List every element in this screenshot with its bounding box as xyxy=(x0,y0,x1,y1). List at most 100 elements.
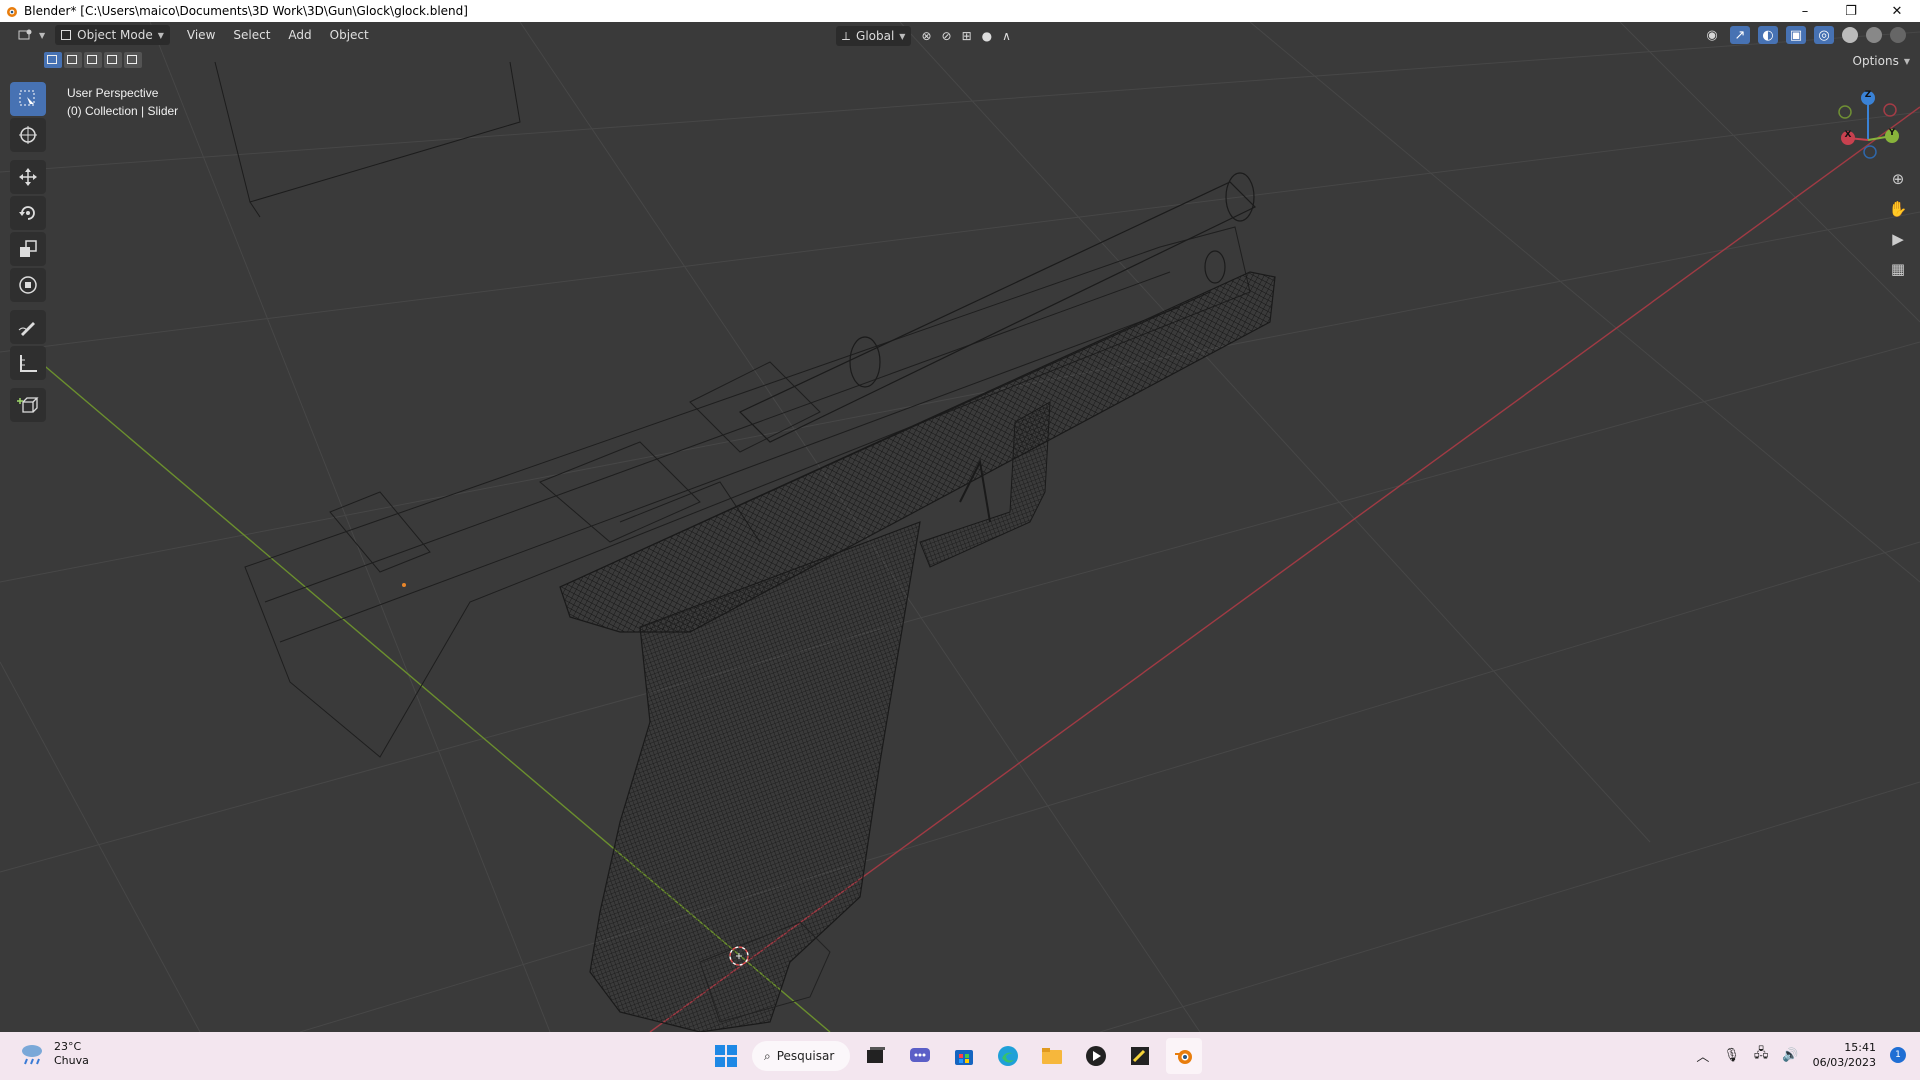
edge-button[interactable] xyxy=(990,1038,1026,1074)
close-button[interactable]: ✕ xyxy=(1874,0,1920,22)
proportional-edit-icon[interactable]: ● xyxy=(982,29,992,43)
clock-time: 15:41 xyxy=(1844,1041,1876,1054)
gun-slide-mesh xyxy=(559,271,1276,633)
collection-info: (0) Collection | Slider xyxy=(67,104,179,118)
measure-tool[interactable] xyxy=(10,346,46,380)
add-cube-icon xyxy=(17,397,39,413)
edge-browser-icon xyxy=(998,1046,1018,1066)
select-invert-icon[interactable] xyxy=(104,52,122,68)
gizmo-y-label[interactable]: Y xyxy=(1885,128,1899,138)
solid-shading-icon[interactable] xyxy=(1842,27,1858,43)
selection-mode-group xyxy=(44,52,142,68)
select-new-icon[interactable] xyxy=(44,52,62,68)
windows-taskbar: 23°C Chuva ⌕ Pesquisar ︿ 🎙 🖧 🔊 15:41 06/… xyxy=(0,1032,1920,1080)
transform-header: ⟂ Global ▼ ⊗ ⊘ ⊞ ● ∧ xyxy=(836,26,1011,46)
gizmo-z-label[interactable]: Z xyxy=(1861,90,1875,100)
blender-icon xyxy=(1175,1050,1192,1064)
transform-orientation-dropdown[interactable]: ⟂ Global ▼ xyxy=(836,26,912,46)
rendered-shading-icon[interactable] xyxy=(1890,27,1906,43)
camera-view-icon[interactable]: ▶ xyxy=(1886,228,1910,250)
window-title: Blender* [C:\Users\maico\Documents\3D Wo… xyxy=(24,4,468,18)
shading-header: ◉ ↗ ◐ ▣ ◎ xyxy=(1702,26,1906,44)
navigation-gizmo xyxy=(1838,91,1899,159)
store-button[interactable] xyxy=(946,1038,982,1074)
store-icon xyxy=(955,1050,973,1065)
pan-hand-icon[interactable]: ✋ xyxy=(1886,198,1910,220)
select-intersect-icon[interactable] xyxy=(124,52,142,68)
chat-icon xyxy=(910,1048,930,1062)
viewport-info: User Perspective (0) Collection | Slider xyxy=(67,84,178,120)
overlay-toggle-icon[interactable]: ◐ xyxy=(1758,26,1778,44)
add-cube-tool[interactable] xyxy=(10,388,46,422)
microphone-icon[interactable]: 🎙 xyxy=(1723,1048,1740,1063)
cursor-icon xyxy=(19,126,37,144)
notification-badge[interactable]: 1 xyxy=(1890,1047,1906,1063)
cursor-tool[interactable] xyxy=(10,118,46,152)
snap-icon[interactable]: ⊘ xyxy=(942,29,952,43)
select-box-icon xyxy=(19,90,35,107)
file-explorer-button[interactable] xyxy=(1034,1038,1070,1074)
media-player-button[interactable] xyxy=(1078,1038,1114,1074)
volume-icon[interactable]: 🔊 xyxy=(1782,1048,1798,1063)
options-dropdown[interactable]: Options ▼ xyxy=(1853,54,1910,68)
taskbar-search[interactable]: ⌕ Pesquisar xyxy=(752,1041,850,1071)
weather-widget[interactable]: 23°C Chuva xyxy=(18,1040,89,1068)
pivot-point-icon[interactable]: ⊗ xyxy=(921,29,931,43)
teams-chat-button[interactable] xyxy=(902,1038,938,1074)
rotate-tool[interactable] xyxy=(10,196,46,230)
menu-object[interactable]: Object xyxy=(321,28,378,42)
task-view-button[interactable] xyxy=(858,1038,894,1074)
snap-target-icon[interactable]: ⊞ xyxy=(962,29,972,43)
search-label: Pesquisar xyxy=(776,1049,835,1063)
3d-viewport[interactable]: Z Y X xyxy=(0,22,1920,1032)
material-shading-icon[interactable] xyxy=(1866,27,1882,43)
tray-overflow-icon[interactable]: ︿ xyxy=(1696,1046,1709,1065)
play-icon xyxy=(1086,1046,1106,1066)
transform-tool[interactable] xyxy=(10,268,46,302)
folder-icon xyxy=(1042,1048,1062,1064)
clock-date: 06/03/2023 xyxy=(1812,1056,1876,1069)
viewport-nav-controls: ⊕ ✋ ▶ ▦ xyxy=(1886,168,1910,280)
menu-view[interactable]: View xyxy=(178,28,224,42)
editor-type-button[interactable]: ▼ xyxy=(12,25,51,45)
blender-app-icon xyxy=(7,7,17,17)
menu-select[interactable]: Select xyxy=(224,28,279,42)
window-controls: – ❐ ✕ xyxy=(1782,0,1920,22)
gizmo-x-label[interactable]: X xyxy=(1841,130,1855,140)
falloff-icon[interactable]: ∧ xyxy=(1002,29,1011,43)
view-name: User Perspective xyxy=(67,86,159,100)
viewport-scene xyxy=(0,22,1920,1032)
rain-cloud-icon xyxy=(22,1045,42,1065)
gizmo-toggle-icon[interactable]: ↗ xyxy=(1730,26,1750,44)
sticky-notes-button[interactable] xyxy=(1122,1038,1158,1074)
windows-logo-icon xyxy=(715,1045,737,1067)
task-view-icon xyxy=(867,1047,885,1063)
zoom-icon[interactable]: ⊕ xyxy=(1886,168,1910,190)
tool-shelf xyxy=(10,82,48,422)
clock[interactable]: 15:41 06/03/2023 xyxy=(1813,1040,1876,1070)
scale-tool[interactable] xyxy=(10,232,46,266)
select-subtract-icon[interactable] xyxy=(84,52,102,68)
network-icon[interactable]: 🖧 xyxy=(1754,1044,1769,1066)
perspective-grid-icon[interactable]: ▦ xyxy=(1886,258,1910,280)
maximize-button[interactable]: ❐ xyxy=(1828,0,1874,22)
move-tool[interactable] xyxy=(10,160,46,194)
rotate-icon xyxy=(19,206,35,220)
mode-dropdown[interactable]: Object Mode ▼ xyxy=(55,25,170,45)
transform-icon xyxy=(19,276,37,294)
menu-add[interactable]: Add xyxy=(279,28,320,42)
editor-type-icon xyxy=(18,29,32,40)
blender-taskbar-button[interactable] xyxy=(1166,1038,1202,1074)
wireframe-shading-icon[interactable]: ◎ xyxy=(1814,26,1834,44)
minimize-button[interactable]: – xyxy=(1782,0,1828,22)
annotate-tool[interactable] xyxy=(10,310,46,344)
object-mode-icon xyxy=(61,30,72,40)
xray-toggle-icon[interactable]: ▣ xyxy=(1786,26,1806,44)
sticky-notes-icon xyxy=(1131,1047,1149,1065)
start-button[interactable] xyxy=(708,1038,744,1074)
visibility-icon[interactable]: ◉ xyxy=(1702,26,1722,44)
mode-label: Object Mode xyxy=(77,28,153,42)
select-extend-icon[interactable] xyxy=(64,52,82,68)
system-tray: ︿ 🎙 🖧 🔊 15:41 06/03/2023 1 xyxy=(1696,1040,1906,1070)
select-box-tool[interactable] xyxy=(10,82,46,116)
